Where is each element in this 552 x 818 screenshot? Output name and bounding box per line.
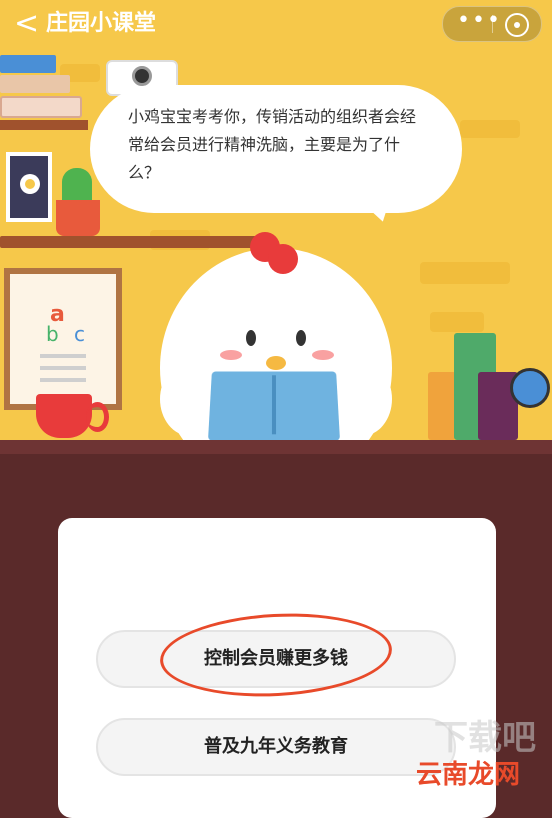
watermark-ghost: 下载吧 (434, 718, 536, 758)
illustration-scene: a b c 小鸡宝宝考考你，传销活动的组织者会经常给会员进行精神洗脑，主要是为了… (0, 0, 552, 440)
wall-brick (460, 120, 520, 138)
chicken-cheek (220, 350, 242, 360)
chalk-letter: b (46, 322, 59, 346)
close-icon[interactable] (505, 13, 529, 37)
chalk-line (40, 378, 86, 382)
watermark: 云南龙网 (416, 760, 521, 790)
capsule-divider (492, 15, 493, 33)
chalk-line (40, 366, 86, 370)
chicken-beak (266, 356, 286, 370)
shelf-book (0, 96, 82, 118)
plant-pot (56, 200, 100, 236)
wall-brick (420, 262, 510, 284)
chicken-wing (332, 362, 392, 436)
open-book-icon (207, 371, 341, 440)
picture-frame (6, 152, 52, 222)
chalk-line (40, 354, 86, 358)
wall-brick (430, 312, 484, 332)
shelf-book (428, 372, 456, 440)
shelf-book (0, 55, 56, 73)
top-bar: < 庄园小课堂 ••• (0, 0, 552, 48)
mini-program-capsule: ••• (442, 6, 542, 42)
cup-icon (36, 394, 109, 438)
chicken-comb (268, 244, 298, 274)
camera-lens (132, 66, 152, 86)
desk-edge (0, 440, 552, 454)
question-text: 小鸡宝宝考考你，传销活动的组织者会经常给会员进行精神洗脑，主要是为了什么？ (128, 107, 417, 182)
page-title: 庄园小课堂 (46, 11, 157, 36)
chalk-letter: c (74, 322, 85, 346)
chicken-eye (296, 330, 306, 346)
egg-icon (20, 174, 40, 194)
option-button-2[interactable]: 普及九年义务教育 (96, 718, 456, 776)
back-icon[interactable]: < (14, 8, 46, 40)
more-icon[interactable]: ••• (457, 7, 502, 41)
chalkboard: a b c (4, 268, 122, 410)
chicken-eye (246, 330, 256, 346)
shelf (0, 120, 88, 130)
shelf-book (0, 75, 70, 93)
chicken-cheek (312, 350, 334, 360)
cactus-icon (62, 168, 92, 204)
globe-icon (510, 368, 550, 408)
shelf (0, 236, 262, 248)
